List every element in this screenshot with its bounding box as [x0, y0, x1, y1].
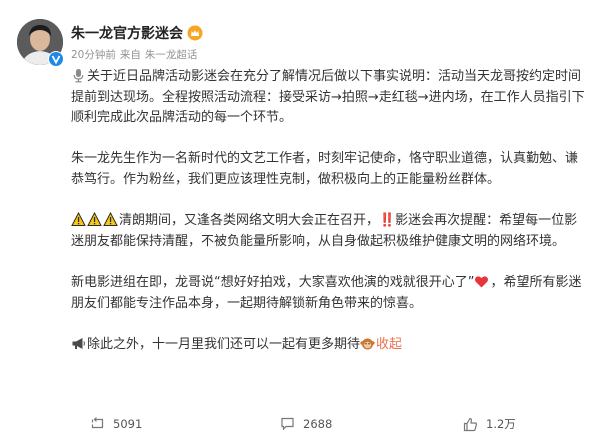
post-meta: 20分钟前 来自 朱一龙超话 [71, 47, 197, 62]
verified-badge-icon [48, 51, 64, 67]
source-prefix: 来自 [119, 49, 141, 61]
like-count: 1.2万 [486, 417, 516, 431]
paragraph-3-text: 清朗期间，又逢各类网络文明大会正在召开，‼️影迷会再次提醒：希望每一位影迷朋友都… [71, 213, 578, 249]
monkey-icon [360, 336, 375, 351]
paragraph-2: 朱一龙先生作为一名新时代的文艺工作者，时刻牢记使命，恪守职业道德，认真勤勉、谦恭… [71, 151, 579, 187]
comment-button[interactable]: 2688 [280, 416, 332, 431]
paragraph-4-text-a: 新电影进组在即，龙哥说“想好好拍戏，大家喜欢他演的戏就很开心了” [71, 274, 475, 290]
paragraph-5: 除此之外，十一月里我们还可以一起有更多期待 收起 [71, 335, 586, 356]
like-icon [463, 417, 478, 432]
crown-icon [187, 25, 203, 41]
heart-icon [474, 274, 489, 289]
author-name[interactable]: 朱一龙官方影迷会 [71, 23, 183, 43]
megaphone-icon [71, 336, 86, 351]
name-row: 朱一龙官方影迷会 [71, 22, 203, 44]
warning-icon [103, 212, 118, 227]
post-content: 关于近日品牌活动影迷会在充分了解情况后做以下事实说明：活动当天龙哥按约定时间提前… [71, 67, 586, 355]
repost-button[interactable]: 5091 [90, 416, 142, 431]
paragraph-1: 关于近日品牌活动影迷会在充分了解情况后做以下事实说明：活动当天龙哥按约定时间提前… [71, 67, 586, 129]
paragraph-3: 清朗期间，又逢各类网络文明大会正在召开，‼️影迷会再次提醒：希望每一位影迷朋友都… [71, 211, 586, 252]
source-link[interactable]: 朱一龙超话 [145, 47, 198, 62]
comment-icon [280, 416, 295, 431]
warning-icon [71, 212, 86, 227]
microphone-icon [71, 68, 86, 83]
collapse-link[interactable]: 收起 [376, 337, 402, 352]
paragraph-1-text: 关于近日品牌活动影迷会在充分了解情况后做以下事实说明：活动当天龙哥按约定时间提前… [71, 69, 585, 126]
action-bar: 5091 2688 1.2万 [0, 412, 600, 438]
repost-icon [90, 416, 105, 431]
comment-count: 2688 [303, 416, 333, 431]
paragraph-5-text: 除此之外，十一月里我们还可以一起有更多期待 [87, 336, 361, 352]
post-time[interactable]: 20分钟前 [71, 47, 116, 62]
warning-icon [87, 212, 102, 227]
like-button[interactable]: 1.2万 [463, 416, 516, 432]
paragraph-4: 新电影进组在即，龙哥说“想好好拍戏，大家喜欢他演的戏就很开心了” ，希望所有影迷… [71, 273, 586, 314]
repost-count: 5091 [113, 416, 143, 431]
